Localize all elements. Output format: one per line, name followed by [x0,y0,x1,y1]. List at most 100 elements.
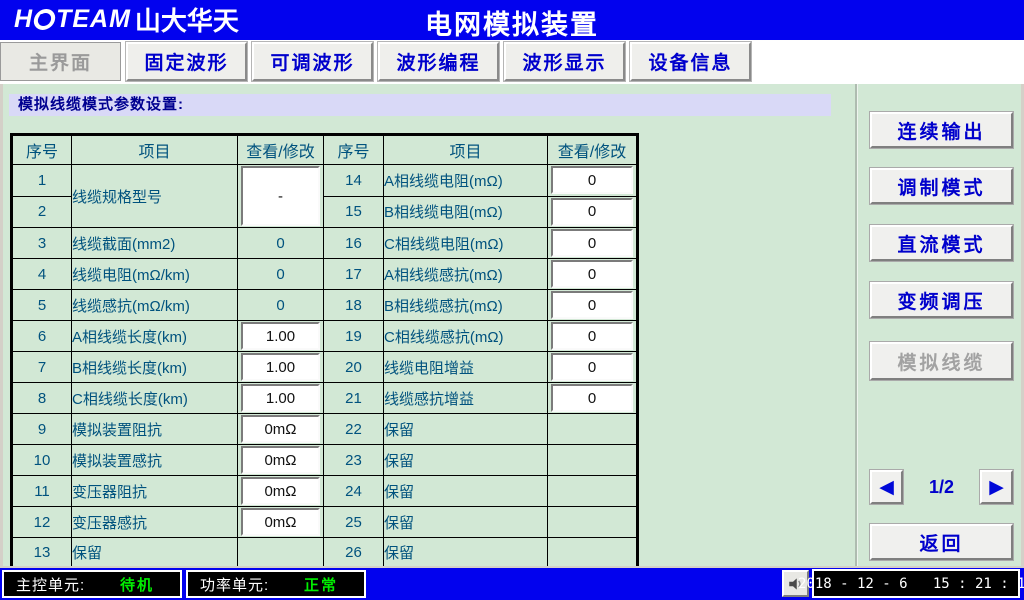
value-cell: 0 [238,259,324,290]
value-cell: 1.00 [238,352,324,383]
value-field[interactable]: 0 [551,229,633,257]
table-row: 6A相线缆长度(km)1.0019C相线缆感抗(mΩ)0 [12,321,638,352]
value-field[interactable]: 0mΩ [241,477,320,505]
value-field[interactable]: 0 [551,166,633,194]
value-field[interactable]: - [241,166,320,226]
row-item: 保留 [384,538,548,568]
value-cell: 0mΩ [238,445,324,476]
value-cell: 0 [548,259,638,290]
datetime-display: 2018 - 12 - 6 15 : 21 : 19 [812,569,1020,598]
row-number: 6 [12,321,72,352]
value-cell [548,476,638,507]
row-item: 线缆规格型号 [72,165,238,228]
value-cell: - [238,165,324,228]
row-number: 2 [12,196,72,228]
main-unit-status: 主控单元: 待机 [2,570,182,598]
row-item: A相线缆电阻(mΩ) [384,165,548,197]
page-next-button[interactable]: ▶ [980,470,1013,504]
row-item: 线缆感抗增益 [384,383,548,414]
value-cell: 0 [548,165,638,197]
tab-waveform-display[interactable]: 波形显示 [504,42,625,81]
value-field[interactable]: 1.00 [241,322,320,350]
btn-modulation-mode[interactable]: 调制模式 [870,168,1013,204]
row-item: B相线缆感抗(mΩ) [384,290,548,321]
row-number: 25 [324,507,384,538]
power-unit-label: 功率单元: [200,574,269,595]
btn-continuous-output[interactable]: 连续输出 [870,112,1013,148]
row-item: 保留 [384,507,548,538]
row-item: C相线缆感抗(mΩ) [384,321,548,352]
value-field[interactable]: 1.00 [241,353,320,381]
value-cell: 0mΩ [238,507,324,538]
row-number: 12 [12,507,72,538]
value-cell [548,445,638,476]
value-field[interactable]: 0 [551,322,633,350]
row-number: 18 [324,290,384,321]
tab-device-info[interactable]: 设备信息 [630,42,751,81]
table-row: 13保留26保留 [12,538,638,568]
main-unit-label: 主控单元: [16,574,85,595]
row-item: 线缆电阻增益 [384,352,548,383]
back-button[interactable]: 返回 [870,524,1013,560]
value-field[interactable]: 1.00 [241,384,320,412]
main-area: 模拟线缆模式参数设置: 序号项目查看/修改序号项目查看/修改 1线缆规格型号-1… [3,84,855,568]
tab-main-interface[interactable]: 主界面 [0,42,121,81]
table-row: 1线缆规格型号-14A相线缆电阻(mΩ)0 [12,165,638,197]
value-cell [548,414,638,445]
value-cell: 0 [548,321,638,352]
value-cell: 1.00 [238,321,324,352]
table-header: 序号项目查看/修改序号项目查看/修改 [12,135,638,165]
row-number: 5 [12,290,72,321]
value-field[interactable]: 0 [551,353,633,381]
column-header: 查看/修改 [238,135,324,165]
parameter-table: 序号项目查看/修改序号项目查看/修改 1线缆规格型号-14A相线缆电阻(mΩ)0… [10,133,639,569]
value-field[interactable]: 0 [551,198,633,226]
value-cell [548,538,638,568]
tab-fixed-waveform[interactable]: 固定波形 [126,42,247,81]
value-cell: 0mΩ [238,414,324,445]
value-field[interactable]: 0 [551,291,633,319]
row-item: 线缆感抗(mΩ/km) [72,290,238,321]
table-row: 9模拟装置阻抗0mΩ22保留 [12,414,638,445]
main-unit-value: 待机 [120,574,154,595]
value-cell: 1.00 [238,383,324,414]
row-number: 4 [12,259,72,290]
app-window: HTEAM 山大华天 电网模拟装置 主界面固定波形可调波形波形编程波形显示设备信… [0,0,1024,600]
tabbar: 主界面固定波形可调波形波形编程波形显示设备信息 [0,38,1024,84]
value-cell: 0 [548,196,638,228]
btn-var-freq-voltage[interactable]: 变频调压 [870,282,1013,318]
row-number: 26 [324,538,384,568]
page-prev-button[interactable]: ◀ [870,470,903,504]
statusbar: 主控单元: 待机 功率单元: 正常 2018 - 12 - 6 15 : 21 … [0,566,1024,600]
table-row: 8C相线缆长度(km)1.0021线缆感抗增益0 [12,383,638,414]
value-cell: 0 [548,383,638,414]
tab-waveform-programming[interactable]: 波形编程 [378,42,499,81]
table-row: 12变压器感抗0mΩ25保留 [12,507,638,538]
content-area: 模拟线缆模式参数设置: 序号项目查看/修改序号项目查看/修改 1线缆规格型号-1… [0,84,1024,568]
row-item: C相线缆长度(km) [72,383,238,414]
value-field[interactable]: 0mΩ [241,508,320,536]
table-row: 7B相线缆长度(km)1.0020线缆电阻增益0 [12,352,638,383]
row-item: B相线缆长度(km) [72,352,238,383]
value-field[interactable]: 0mΩ [241,415,320,443]
tab-adjustable-waveform[interactable]: 可调波形 [252,42,373,81]
value-field[interactable]: 0 [551,260,633,288]
section-title: 模拟线缆模式参数设置: [9,94,831,116]
table-row: 3线缆截面(mm2)016C相线缆电阻(mΩ)0 [12,228,638,259]
row-item: 变压器阻抗 [72,476,238,507]
value-field[interactable]: 0 [551,384,633,412]
row-number: 1 [12,165,72,197]
column-header: 项目 [72,135,238,165]
table-row: 10模拟装置感抗0mΩ23保留 [12,445,638,476]
row-number: 7 [12,352,72,383]
table-row: 4线缆电阻(mΩ/km)017A相线缆感抗(mΩ)0 [12,259,638,290]
value-field[interactable]: 0mΩ [241,446,320,474]
value-cell [238,538,324,568]
btn-dc-mode[interactable]: 直流模式 [870,225,1013,261]
row-number: 3 [12,228,72,259]
row-item: 保留 [384,476,548,507]
row-number: 15 [324,196,384,228]
row-item: 保留 [72,538,238,568]
row-item: 线缆截面(mm2) [72,228,238,259]
sidebar: ◀ 1/2 ▶ 返回 连续输出调制模式直流模式变频调压模拟线缆 [858,84,1024,568]
